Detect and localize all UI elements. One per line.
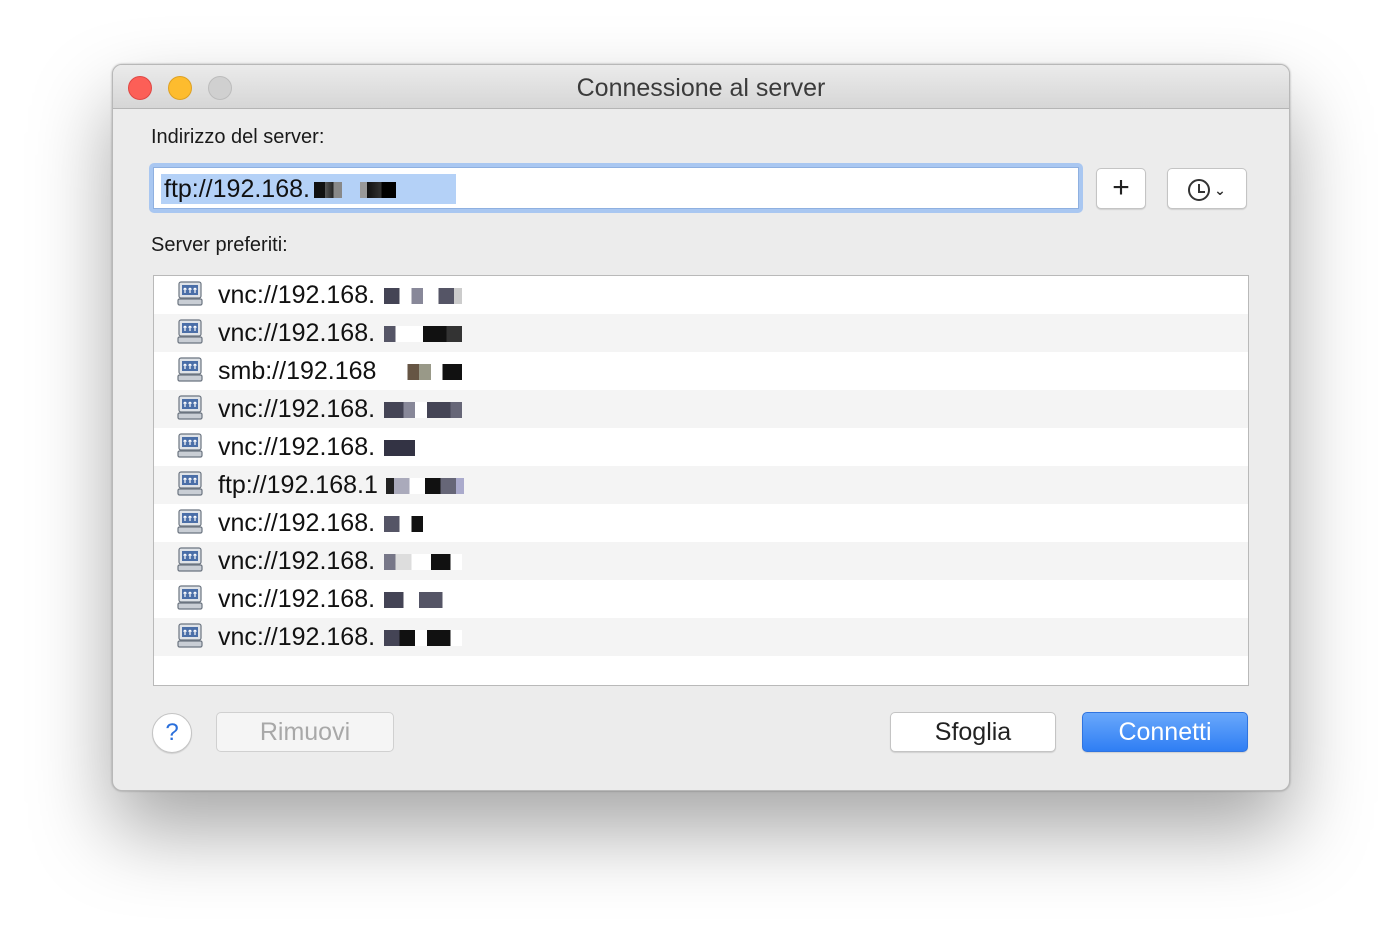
redacted-address	[384, 592, 462, 608]
network-drive-icon	[177, 585, 203, 610]
redacted-address	[384, 364, 462, 380]
redacted-address	[384, 440, 462, 456]
browse-button[interactable]: Sfoglia	[890, 712, 1056, 752]
server-url: vnc://192.168.	[218, 395, 376, 423]
favorite-servers-label: Server preferiti:	[151, 234, 288, 256]
connect-button[interactable]: Connetti	[1082, 712, 1248, 752]
redacted-address	[384, 630, 462, 646]
network-drive-icon	[177, 319, 203, 344]
network-drive-icon	[177, 357, 203, 382]
redacted-address	[384, 516, 462, 532]
server-url: smb://192.168	[218, 357, 377, 385]
server-address-focus-ring: ftp://192.168.	[149, 163, 1083, 213]
server-address-value: ftp://192.168.	[161, 174, 456, 204]
list-item[interactable]: vnc://192.168.	[154, 428, 1248, 466]
server-url: vnc://192.168.	[218, 547, 376, 575]
network-drive-icon	[177, 509, 203, 534]
chevron-down-icon: ⌄	[1214, 182, 1226, 199]
network-drive-icon	[177, 433, 203, 458]
list-item[interactable]: vnc://192.168.	[154, 390, 1248, 428]
server-url: vnc://192.168.	[218, 623, 376, 651]
server-url: vnc://192.168.	[218, 509, 376, 537]
redacted-address	[384, 402, 462, 418]
server-address-label: Indirizzo del server:	[151, 126, 325, 148]
list-item[interactable]: vnc://192.168.	[154, 618, 1248, 656]
network-drive-icon	[177, 623, 203, 648]
list-item[interactable]: vnc://192.168.	[154, 314, 1248, 352]
clock-icon	[1188, 179, 1211, 202]
add-favorite-button[interactable]: +	[1096, 168, 1146, 209]
favorite-servers-list[interactable]: vnc://192.168. vnc://192.168. smb://192.16…	[153, 275, 1249, 686]
network-drive-icon	[177, 547, 203, 572]
server-url: vnc://192.168.	[218, 585, 376, 613]
window-title: Connessione al server	[576, 74, 826, 102]
redacted-address	[386, 478, 464, 494]
redacted-address	[384, 288, 462, 304]
server-url: ftp://192.168.1	[218, 471, 378, 499]
network-drive-icon	[177, 281, 203, 306]
network-drive-icon	[177, 395, 203, 420]
network-drive-icon	[177, 471, 203, 496]
redacted-address	[384, 326, 462, 342]
list-item[interactable]: smb://192.168	[154, 352, 1248, 390]
redacted-address	[384, 554, 462, 570]
list-item[interactable]: vnc://192.168.	[154, 542, 1248, 580]
connect-to-server-window: Connessione al server Indirizzo del serv…	[112, 64, 1290, 791]
title-bar: Connessione al server	[113, 65, 1289, 109]
server-address-input[interactable]: ftp://192.168.	[153, 167, 1079, 209]
server-url: vnc://192.168.	[218, 319, 376, 347]
list-item[interactable]: vnc://192.168.	[154, 504, 1248, 542]
remove-button: Rimuovi	[216, 712, 394, 752]
recent-servers-button[interactable]: ⌄	[1167, 168, 1247, 209]
list-item[interactable]: vnc://192.168.	[154, 580, 1248, 618]
help-button[interactable]: ?	[152, 713, 192, 753]
list-item[interactable]: ftp://192.168.1	[154, 466, 1248, 504]
server-url: vnc://192.168.	[218, 433, 376, 461]
list-item[interactable]: vnc://192.168.	[154, 276, 1248, 314]
server-url: vnc://192.168.	[218, 281, 376, 309]
